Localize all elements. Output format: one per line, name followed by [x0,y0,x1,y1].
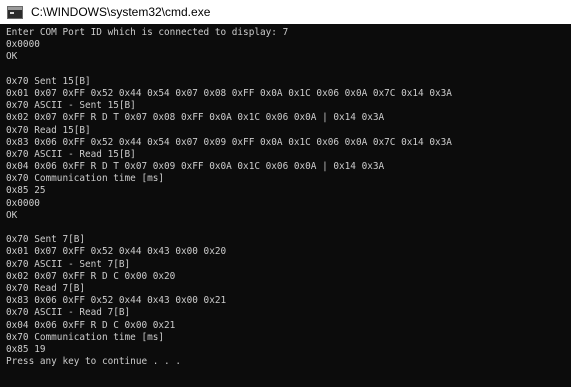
console-line: 0x01 0x07 0xFF 0x52 0x44 0x43 0x00 0x20 [6,246,227,258]
console-line: Enter COM Port ID which is connected to … [6,27,289,38]
console-line: 0x70 Read 7[B] [6,282,86,294]
console-line: 0x85 19 [6,343,46,355]
cmd-icon[interactable] [7,5,23,19]
console-line: 0x70 ASCII - Sent 15[B] [6,100,136,112]
console-line: 0x70 ASCII - Sent 7[B] [6,258,131,270]
console-line: 0x02 0x07 0xFF R D T 0x07 0x08 0xFF 0x0A… [6,112,385,124]
console-line: 0x83 0x06 0xFF 0x52 0x44 0x54 0x07 0x09 … [6,136,452,148]
title-bar[interactable]: C:\WINDOWS\system32\cmd.exe [0,0,571,24]
console-line: 0x83 0x06 0xFF 0x52 0x44 0x43 0x00 0x21 [6,295,227,307]
window-title: C:\WINDOWS\system32\cmd.exe [31,5,211,19]
console-line: 0x02 0x07 0xFF R D C 0x00 0x20 [6,270,176,282]
console-line: 0x0000 [6,197,40,209]
cmd-window: C:\WINDOWS\system32\cmd.exe Enter COM Po… [0,0,571,387]
console-line: 0x70 Communication time [ms] [6,331,165,343]
console-line: 0x70 Read 15[B] [6,124,91,136]
console-line: 0x0000 [6,39,40,51]
console-line: OK [6,209,18,221]
console-line: OK [6,51,18,63]
console-line: Press any key to continue . . . [6,356,181,368]
console-line: 0x04 0x06 0xFF R D T 0x07 0x09 0xFF 0x0A… [6,161,385,173]
console-line: 0x85 25 [6,185,46,197]
console-line: 0x04 0x06 0xFF R D C 0x00 0x21 [6,319,176,331]
console-line: 0x70 Communication time [ms] [6,173,165,185]
console-line: 0x70 Sent 15[B] [6,75,91,87]
console-line: 0x70 ASCII - Read 15[B] [6,148,136,160]
console-line: 0x01 0x07 0xFF 0x52 0x44 0x54 0x07 0x08 … [6,87,452,99]
console-line: 0x70 ASCII - Read 7[B] [6,307,131,319]
console-output[interactable]: Enter COM Port ID which is connected to … [0,24,571,387]
console-line: 0x70 Sent 7[B] [6,234,86,246]
